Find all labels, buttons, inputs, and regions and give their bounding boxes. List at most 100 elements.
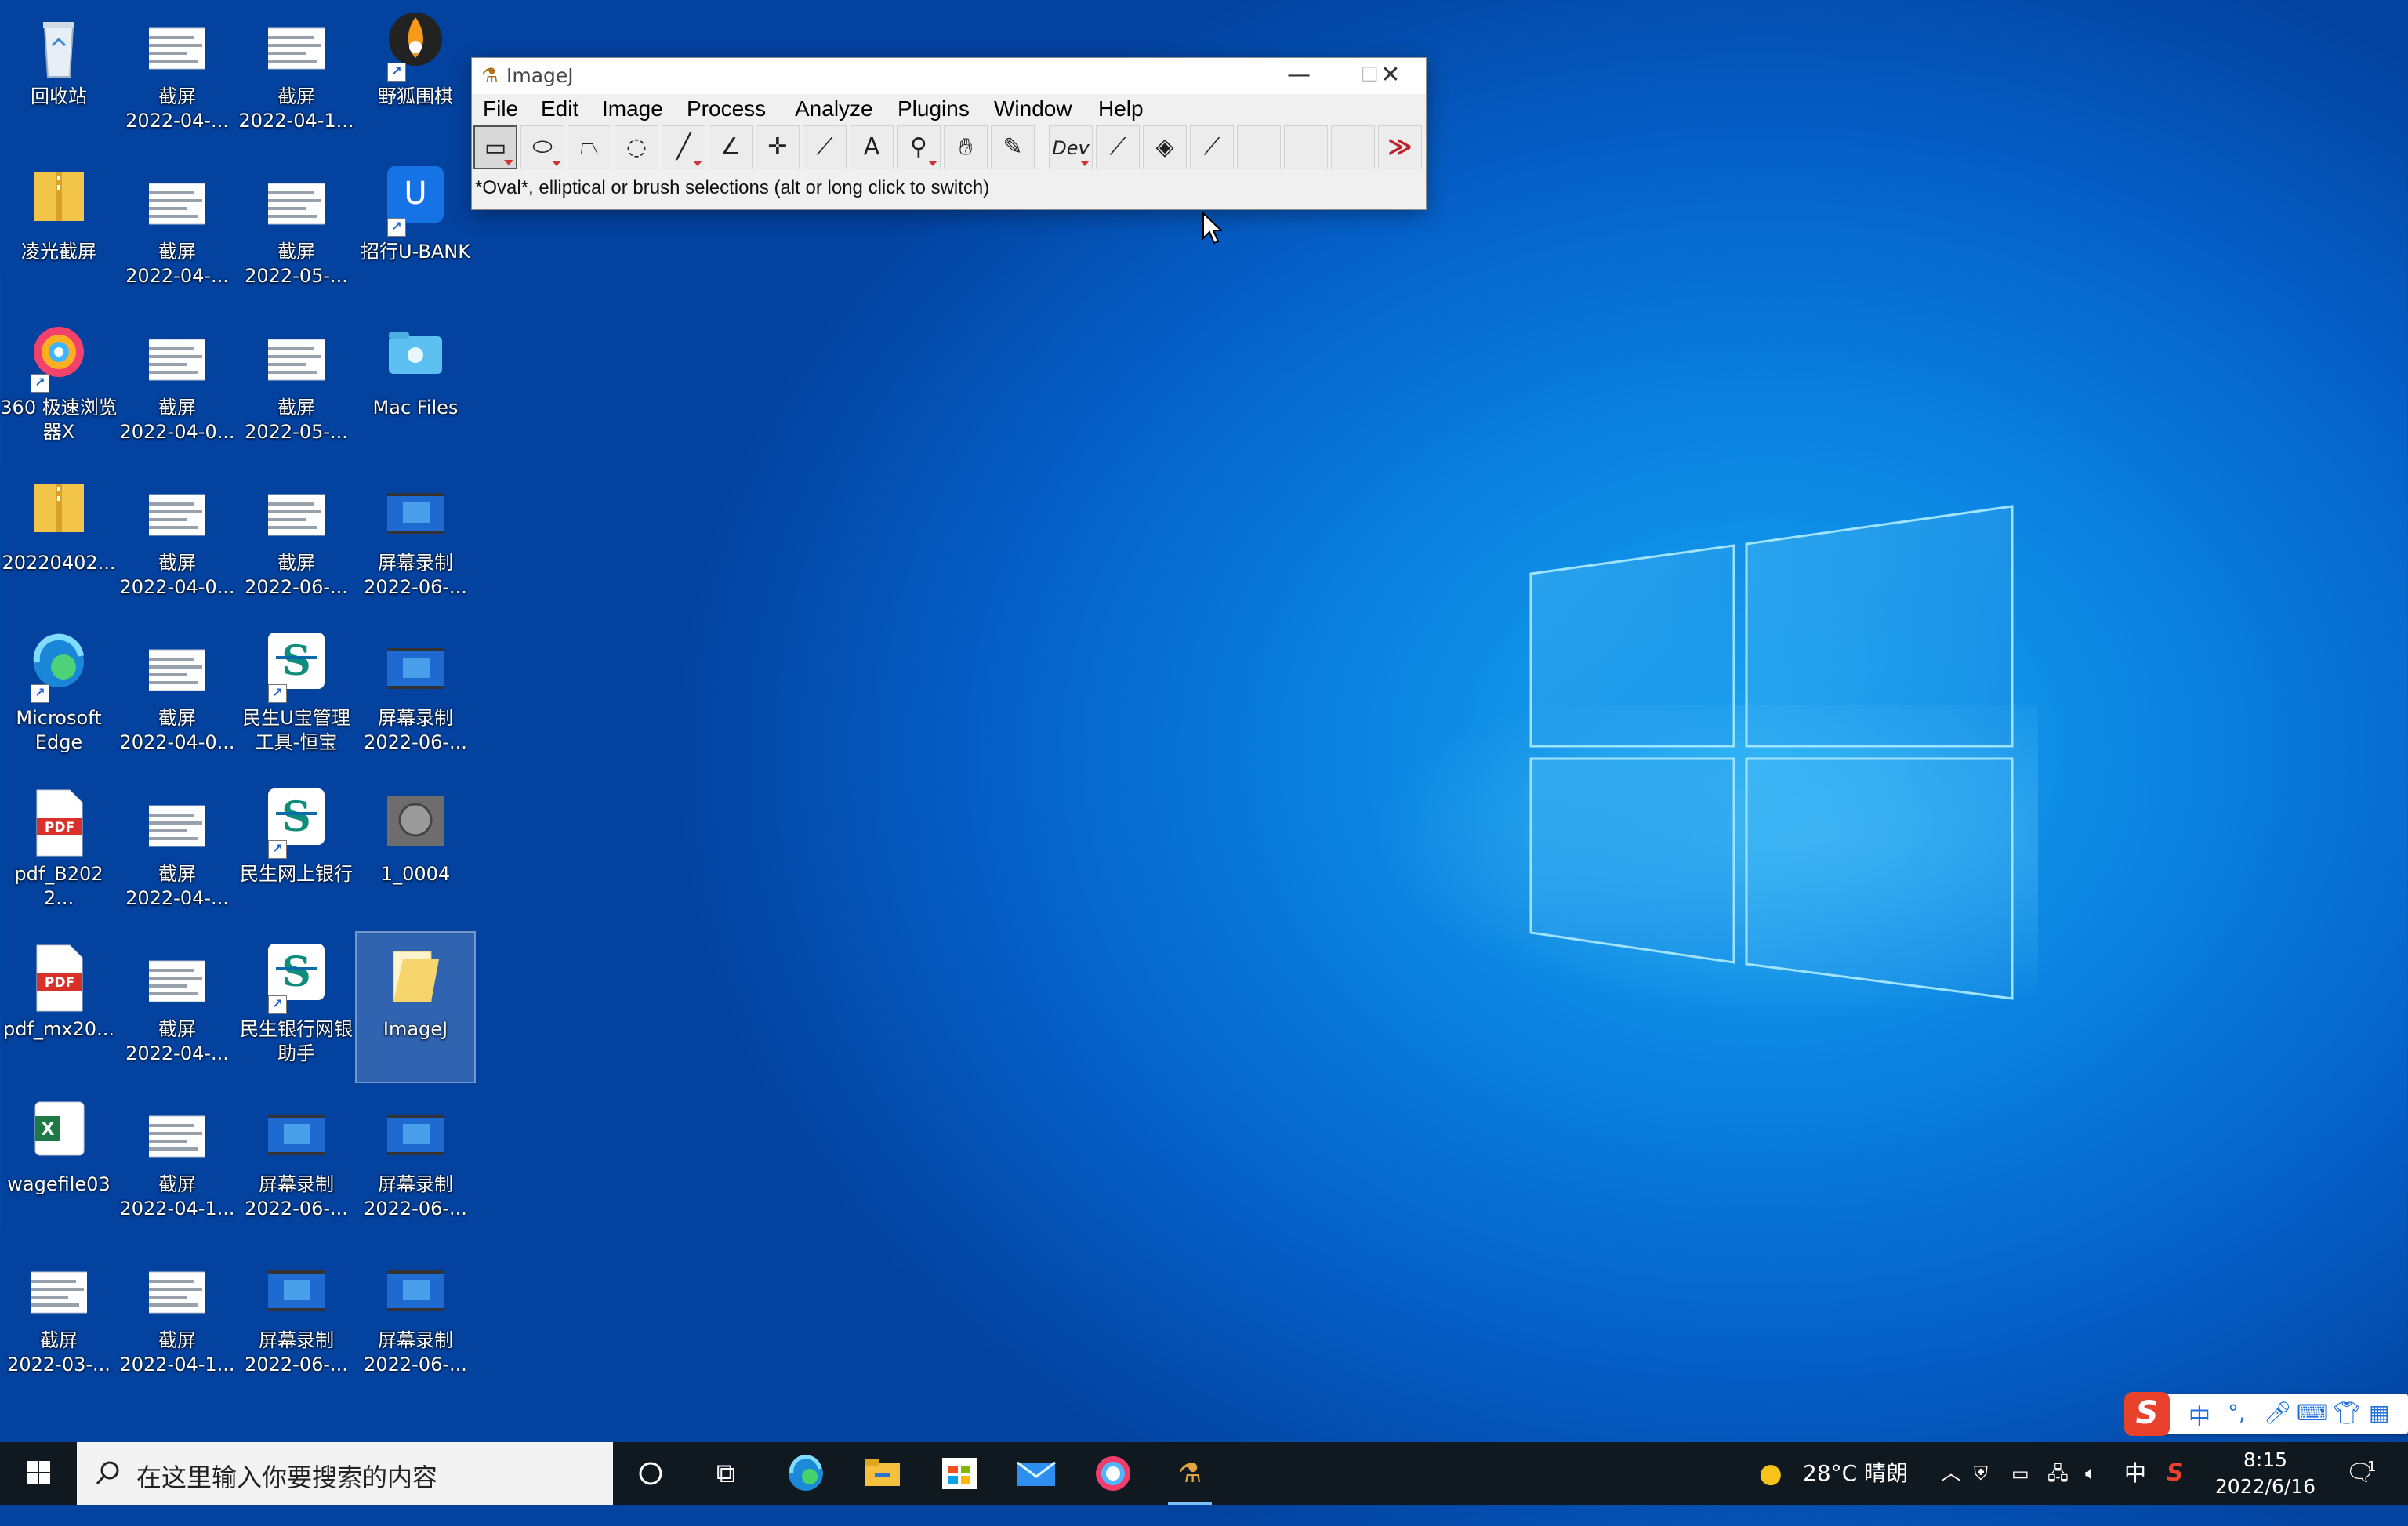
show-hidden-icons-chevron-icon[interactable]: ︿ xyxy=(1941,1442,1961,1505)
desktop-icon[interactable]: ↗ 野狐围棋 xyxy=(357,0,474,149)
weather-text[interactable]: 28°C 晴朗 xyxy=(1803,1442,1908,1505)
desktop-icon[interactable]: 截屏 2022-04-1... xyxy=(118,1244,236,1393)
angle-tool-button[interactable]: ∠ xyxy=(709,125,752,169)
menu-analyze[interactable]: Analyze xyxy=(795,94,873,124)
skin-shirt-icon[interactable]: 👕︎ xyxy=(2333,1400,2361,1426)
color-picker-button[interactable]: ✎ xyxy=(991,125,1035,169)
desktop-icon[interactable]: 截屏 2022-04-0... xyxy=(118,622,236,770)
ime-language-indicator[interactable]: 中 xyxy=(2124,1442,2146,1505)
desktop-icon[interactable]: 20220402... xyxy=(0,466,118,615)
network-icon[interactable]: 🖧︎ xyxy=(2047,1442,2069,1505)
menu-file[interactable]: File xyxy=(483,94,518,124)
desktop-icon[interactable]: 凌光截屏 xyxy=(0,155,118,304)
keyboard-icon[interactable]: ⌨ xyxy=(2297,1400,2328,1426)
freehand-tool-button[interactable]: ◌ xyxy=(615,125,658,169)
ime-mode-toggle[interactable]: 中 xyxy=(2189,1400,2210,1431)
desktop-icon-label: Microsoft Edge xyxy=(16,707,102,753)
minimize-button[interactable]: — xyxy=(1264,58,1334,94)
taskbar-search-box[interactable]: 在这里输入你要搜索的内容 xyxy=(77,1442,613,1505)
volume-icon[interactable]: 🔈︎ xyxy=(2085,1442,2098,1505)
imagej-window[interactable]: ⚗ ImageJ — ☐ ✕ File Edit Image Process A… xyxy=(471,57,1427,210)
desktop-icon[interactable]: 截屏 2022-04-... xyxy=(118,777,236,926)
desktop-icon[interactable]: 截屏 2022-04-... xyxy=(118,155,236,304)
desktop-icon[interactable]: 截屏 2022-05-... xyxy=(238,155,355,304)
desktop-icon[interactable]: PDF pdf_mx20... xyxy=(0,933,118,1082)
menu-window[interactable]: Window xyxy=(994,94,1072,124)
empty-slot-button[interactable] xyxy=(1284,125,1328,169)
text-tool-button[interactable]: A xyxy=(850,125,894,169)
desktop-icon[interactable]: 截屏 2022-04-0... xyxy=(118,311,236,460)
desktop-icon-label: 屏幕录制 2022-06-... xyxy=(364,707,467,753)
more-tools-button[interactable]: ≫ xyxy=(1378,125,1422,169)
desktop-icon[interactable]: 屏幕录制 2022-06-... xyxy=(238,1244,355,1393)
menu-process[interactable]: Process xyxy=(687,94,766,124)
cortana-button[interactable] xyxy=(613,1442,688,1505)
empty-slot-button[interactable] xyxy=(1331,125,1375,169)
window-title: ImageJ xyxy=(506,64,574,87)
desktop-icon[interactable]: 截屏 2022-04-... xyxy=(118,0,236,149)
menu-help[interactable]: Help xyxy=(1098,94,1144,124)
sogou-logo-icon[interactable]: S xyxy=(2124,1392,2170,1436)
developer-menu-button[interactable]: Dev xyxy=(1049,125,1093,169)
taskbar-edge[interactable] xyxy=(768,1442,843,1505)
menu-plugins[interactable]: Plugins xyxy=(898,94,970,124)
ime-toolbar[interactable]: S 中 °, 🎤︎ ⌨ 👕︎ ▦ xyxy=(2124,1392,2408,1436)
desktop-icon[interactable]: Mac Files xyxy=(357,311,474,460)
polygon-tool-button[interactable]: ⏢ xyxy=(568,125,611,169)
desktop-icon[interactable]: S ↗ 民生银行网银 助手 xyxy=(238,933,355,1082)
desktop-icon[interactable]: ↗ Microsoft Edge xyxy=(0,622,118,770)
taskbar-file-explorer[interactable] xyxy=(845,1442,920,1505)
point-tool-button[interactable]: ✛ xyxy=(756,125,800,169)
wand-tool-button[interactable]: ⟋ xyxy=(803,125,847,169)
desktop-icon[interactable]: 截屏 2022-06-... xyxy=(238,466,355,615)
taskbar-360-browser[interactable] xyxy=(1075,1442,1151,1505)
taskbar-mail[interactable] xyxy=(999,1442,1074,1505)
weather-sun-icon[interactable]: ● xyxy=(1759,1442,1782,1505)
desktop-icon[interactable]: 屏幕录制 2022-06-... xyxy=(238,1088,355,1237)
desktop-icon[interactable]: 截屏 2022-04-... xyxy=(118,933,236,1082)
desktop-icon[interactable]: 1_0004 xyxy=(357,777,474,926)
imagej-titlebar[interactable]: ⚗ ImageJ — ☐ ✕ xyxy=(472,58,1426,94)
desktop-icon[interactable]: S ↗ 民生U宝管理 工具-恒宝 xyxy=(238,622,355,770)
toolbox-grid-icon[interactable]: ▦ xyxy=(2369,1400,2389,1426)
battery-icon[interactable]: ▭ xyxy=(2011,1442,2029,1505)
oval-tool-button[interactable]: ⬭ xyxy=(520,125,564,169)
taskbar-store[interactable] xyxy=(922,1442,997,1505)
flood-fill-button[interactable]: ◈ xyxy=(1143,125,1187,169)
desktop-icon[interactable]: 屏幕录制 2022-06-... xyxy=(357,1244,474,1393)
desktop-icon[interactable]: ImageJ xyxy=(355,931,476,1083)
desktop-icon[interactable]: 截屏 2022-04-1... xyxy=(118,1088,236,1237)
line-tool-button[interactable]: ╱ xyxy=(662,125,705,169)
security-icon[interactable]: ⛨ xyxy=(1974,1442,1988,1505)
brush-tool-button[interactable]: ⟋ xyxy=(1096,125,1140,169)
desktop-icon[interactable]: S ↗ 民生网上银行 xyxy=(238,777,355,926)
pencil-tool-button[interactable]: ⟋ xyxy=(1190,125,1234,169)
desktop-icon[interactable]: Xwagefile03 xyxy=(0,1088,118,1237)
desktop-icon[interactable]: 截屏 2022-04-1... xyxy=(238,0,355,149)
menu-edit[interactable]: Edit xyxy=(541,94,578,124)
desktop-icon[interactable]: 屏幕录制 2022-06-... xyxy=(357,466,474,615)
sogou-tray-icon[interactable]: S xyxy=(2167,1442,2184,1505)
microphone-icon[interactable]: 🎤︎ xyxy=(2264,1400,2292,1426)
rectangle-tool-button[interactable]: ▭ xyxy=(473,125,517,169)
close-button[interactable]: ✕ xyxy=(1355,58,1426,94)
desktop-icon[interactable]: U ↗ 招行U-BANK xyxy=(357,155,474,304)
desktop-icon[interactable]: PDF pdf_B2022... xyxy=(0,777,118,926)
desktop-icon[interactable]: 截屏 2022-05-... xyxy=(238,311,355,460)
hand-tool-button[interactable]: ✋︎ xyxy=(944,125,988,169)
desktop-icon[interactable]: 屏幕录制 2022-06-... xyxy=(357,622,474,770)
ime-punct-toggle[interactable]: °, xyxy=(2228,1400,2246,1426)
svg-text:S: S xyxy=(281,637,311,685)
desktop-icon[interactable]: ↗ 360 极速浏览 器X xyxy=(0,311,118,460)
taskbar-clock[interactable]: 8:15 2022/6/16 xyxy=(2203,1447,2328,1500)
taskbar-imagej[interactable]: ⚗ xyxy=(1152,1442,1228,1505)
desktop-icon[interactable]: 屏幕录制 2022-06-... xyxy=(357,1088,474,1237)
task-view-button[interactable]: ⧉ xyxy=(688,1442,763,1505)
menu-image[interactable]: Image xyxy=(602,94,663,124)
desktop-icon[interactable]: 回收站 xyxy=(0,0,118,149)
zoom-tool-button[interactable]: ⚲ xyxy=(897,125,941,169)
start-button[interactable] xyxy=(0,1442,77,1505)
desktop-icon[interactable]: 截屏 2022-04-0... xyxy=(118,466,236,615)
empty-slot-button[interactable] xyxy=(1237,125,1281,169)
desktop-icon[interactable]: 截屏 2022-03-... xyxy=(0,1244,118,1393)
